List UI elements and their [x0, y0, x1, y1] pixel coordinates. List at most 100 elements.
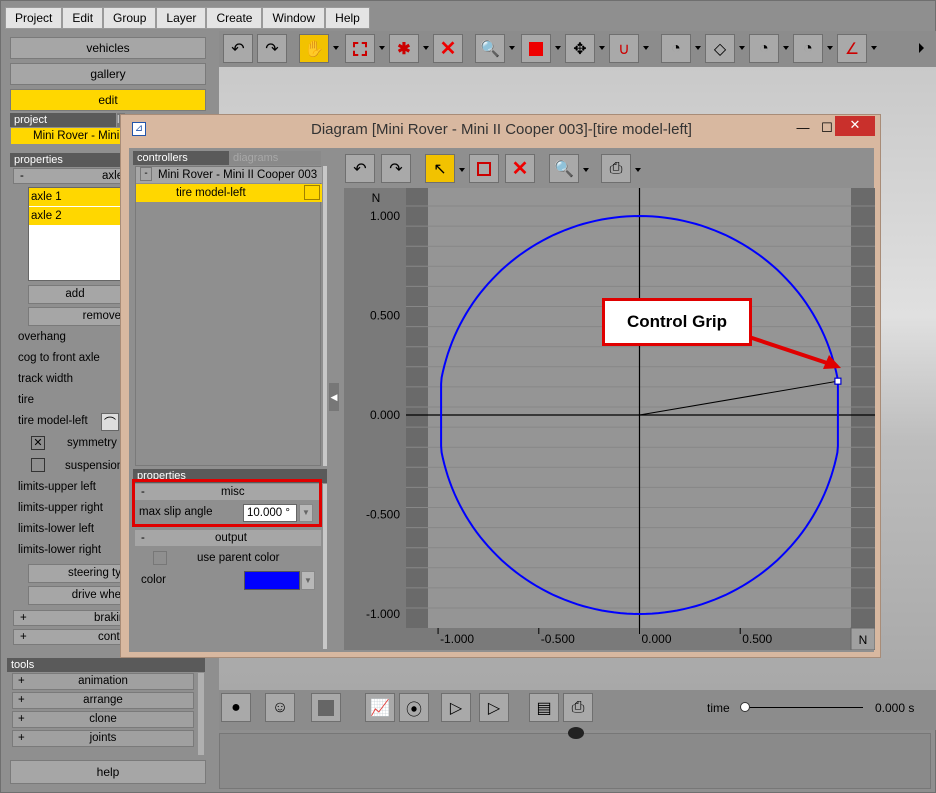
x-axis-unit: N: [859, 633, 868, 647]
gauge-icon[interactable]: ◔: [661, 34, 691, 63]
bottom-dock: [219, 733, 931, 789]
axles-row[interactable]: - axles: [13, 168, 129, 184]
diagram-select-box-icon[interactable]: [469, 154, 499, 183]
contact-row[interactable]: + conta: [13, 629, 126, 645]
use-parent-color-checkbox[interactable]: [153, 551, 167, 565]
diagram-redo-icon[interactable]: ↷: [381, 154, 411, 183]
gauge-3-icon[interactable]: ◔: [793, 34, 823, 63]
pointer-icon[interactable]: ↖: [425, 154, 455, 183]
time-value: 0.000 s: [875, 701, 915, 715]
suspension-toggle-icon[interactable]: [31, 458, 45, 472]
time-slider[interactable]: [740, 702, 750, 712]
print-icon[interactable]: ⎙: [563, 693, 593, 722]
camera-icon[interactable]: ⦿: [399, 693, 429, 722]
dock-collapse-icon[interactable]: [568, 727, 584, 739]
minimize-icon[interactable]: —: [791, 119, 815, 137]
tree-scrollbar[interactable]: [323, 166, 327, 466]
x-tick-label: -0.500: [541, 632, 575, 646]
diagram-toolbar: ↶ ↷ ↖ ✕ 🔍 ⎙: [345, 152, 870, 188]
symmetry-checkbox[interactable]: ✕: [31, 436, 45, 450]
sphere-icon[interactable]: ●: [221, 693, 251, 722]
tree-root-item[interactable]: - Mini Rover - Mini II Cooper 003: [136, 167, 322, 183]
menu-window[interactable]: Window: [262, 7, 326, 29]
braking-row[interactable]: + brakin: [13, 610, 125, 626]
tab-edit[interactable]: edit: [10, 89, 206, 111]
select-box-icon[interactable]: [345, 34, 375, 63]
add-button[interactable]: add: [28, 285, 122, 304]
tab-controllers[interactable]: controllers: [133, 151, 229, 165]
diagram-title: Diagram [Mini Rover - Mini II Cooper 003…: [311, 121, 692, 138]
project-name[interactable]: Mini Rover - Mini: [11, 128, 121, 144]
splitter-collapse-icon[interactable]: ◀: [329, 383, 339, 411]
track-width-label: track width: [18, 373, 73, 385]
steering-type-button[interactable]: steering ty: [28, 564, 122, 583]
tools-scrollbar[interactable]: [198, 673, 204, 755]
delete-icon[interactable]: ✕: [433, 34, 463, 63]
tab-gallery[interactable]: gallery: [10, 63, 206, 85]
tire-model-curve-icon[interactable]: ⌒: [101, 413, 119, 431]
y-tick-label: 1.000: [370, 209, 400, 223]
hand-pan-icon[interactable]: ✋: [299, 34, 329, 63]
tire-model-label: tire model-left: [18, 415, 88, 427]
drive-wheels-button[interactable]: drive whe: [28, 586, 122, 605]
time-control: time 0.000 s: [707, 701, 929, 715]
menu-group[interactable]: Group: [103, 7, 157, 29]
tire-model-chart[interactable]: 1.000 0.500 0.000 -0.500 -1.000 -1.000 -0.500 0…: [344, 188, 876, 651]
axle-item[interactable]: axle 1: [29, 188, 121, 206]
menu-project[interactable]: Project: [5, 7, 63, 29]
report-icon[interactable]: ▤: [529, 693, 559, 722]
menu-help[interactable]: Help: [325, 7, 370, 29]
magnet-icon[interactable]: ∪: [609, 34, 639, 63]
tree-child-item[interactable]: tire model-left: [136, 184, 322, 202]
menu-layer[interactable]: Layer: [156, 7, 207, 29]
axle-list[interactable]: axle 1 axle 2: [28, 187, 122, 281]
measure-icon[interactable]: ∠: [837, 34, 867, 63]
delete-special-icon[interactable]: ✱: [389, 34, 419, 63]
close-icon[interactable]: ✕: [835, 116, 875, 136]
diagram-delete-icon[interactable]: ✕: [505, 154, 535, 183]
right-band: [851, 188, 875, 628]
x-axis-panel: [344, 628, 875, 650]
help-button[interactable]: help: [10, 760, 206, 784]
diagram-print-icon[interactable]: ⎙: [601, 154, 631, 183]
diagram-undo-icon[interactable]: ↶: [345, 154, 375, 183]
tool-animation[interactable]: + animation: [12, 673, 194, 690]
callout-arrow: [748, 335, 841, 369]
tool-clone[interactable]: + clone: [12, 711, 194, 728]
ramp-icon[interactable]: ◇: [705, 34, 735, 63]
graph-icon[interactable]: 📈: [365, 693, 395, 722]
y-tick-label: -0.500: [366, 508, 400, 522]
project-header: project: [10, 113, 116, 127]
material-icon[interactable]: [311, 693, 341, 722]
redo-icon[interactable]: ↷: [257, 34, 287, 63]
menu-bar: Project Edit Group Layer Create Window H…: [5, 7, 370, 29]
color-dropdown-icon[interactable]: ▼: [301, 571, 315, 590]
move-icon[interactable]: ✥: [565, 34, 595, 63]
collapse-icon[interactable]: -: [140, 167, 152, 181]
tab-diagrams[interactable]: diagrams: [229, 151, 321, 165]
color-swatch[interactable]: [244, 571, 300, 590]
play-icon[interactable]: ▷: [441, 693, 471, 722]
controller-tree: - Mini Rover - Mini II Cooper 003 tire m…: [135, 166, 322, 466]
axle-item[interactable]: axle 2: [29, 207, 121, 225]
cube-icon[interactable]: [521, 34, 551, 63]
menu-create[interactable]: Create: [206, 7, 263, 29]
step-icon[interactable]: ▷: [479, 693, 509, 722]
output-label: output: [215, 532, 247, 544]
color-label: color: [141, 574, 166, 586]
diagram-window: ⊿ Diagram [Mini Rover - Mini II Cooper 0…: [120, 114, 881, 658]
props-scrollbar[interactable]: [323, 484, 327, 649]
head-icon[interactable]: ☺: [265, 693, 295, 722]
gauge-2-icon[interactable]: ◔: [749, 34, 779, 63]
tool-arrange[interactable]: + arrange: [12, 692, 194, 709]
output-row[interactable]: - output: [135, 530, 321, 546]
tree-child-label: tire model-left: [176, 187, 246, 199]
menu-edit[interactable]: Edit: [62, 7, 104, 29]
remove-button[interactable]: remove: [28, 307, 122, 326]
undo-icon[interactable]: ↶: [223, 34, 253, 63]
toolbar-overflow-icon[interactable]: [919, 43, 924, 53]
zoom-icon[interactable]: 🔍: [475, 34, 505, 63]
tab-vehicles[interactable]: vehicles: [10, 37, 206, 59]
tool-joints[interactable]: + joints: [12, 730, 194, 747]
diagram-zoom-icon[interactable]: 🔍: [549, 154, 579, 183]
